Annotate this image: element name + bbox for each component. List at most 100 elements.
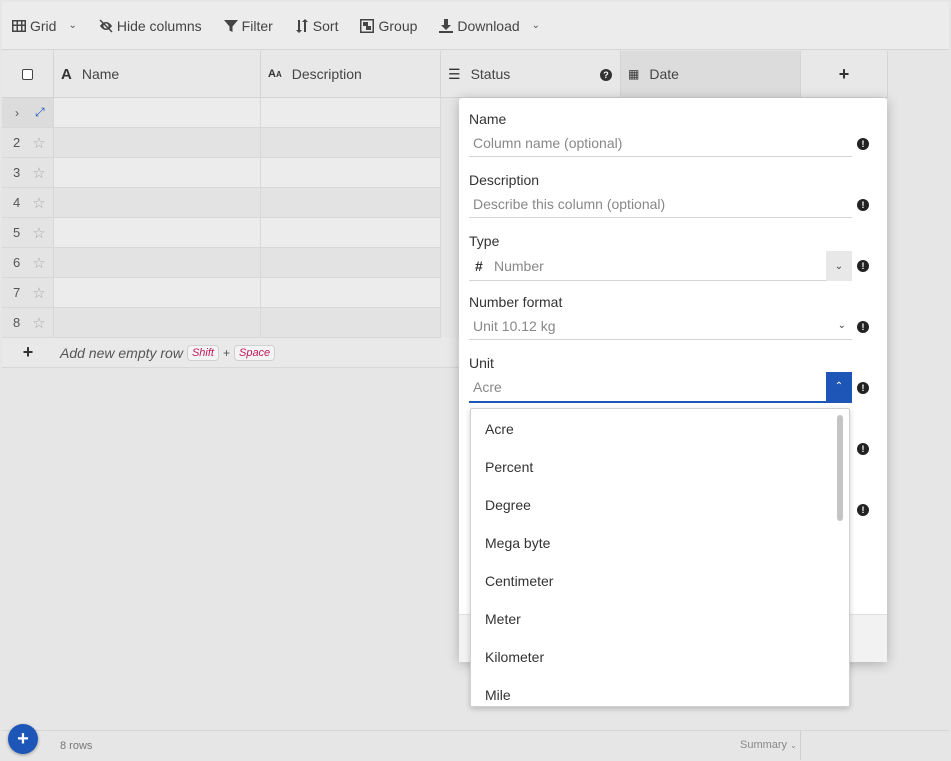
table-row[interactable]: › ⤢ bbox=[2, 98, 441, 128]
table-cell[interactable] bbox=[261, 278, 441, 308]
summary-dropdown[interactable]: Summary ⌄ bbox=[740, 739, 797, 751]
unit-option[interactable]: Percent bbox=[471, 448, 849, 486]
table-row[interactable]: 7 ☆ bbox=[2, 278, 441, 308]
expand-row-icon[interactable]: ⤢ bbox=[35, 105, 45, 120]
chevron-right-icon[interactable]: › bbox=[15, 106, 19, 120]
grid-footer: 8 rows Summary ⌄ bbox=[2, 730, 949, 760]
unit-option[interactable]: Meter bbox=[471, 600, 849, 638]
add-row-text: Add new empty row bbox=[60, 344, 183, 361]
description-input[interactable]: Describe this column (optional) bbox=[469, 192, 852, 218]
dropdown-scrollbar[interactable] bbox=[837, 415, 843, 521]
unit-option[interactable]: Mile bbox=[471, 676, 849, 706]
table-row[interactable]: 8 ☆ bbox=[2, 308, 441, 338]
row-number: 3 bbox=[13, 165, 21, 180]
footer-divider bbox=[800, 731, 801, 760]
table-cell[interactable] bbox=[54, 128, 261, 158]
table-cell[interactable] bbox=[54, 248, 261, 278]
unit-option[interactable]: Acre bbox=[471, 410, 849, 448]
chevron-up-icon[interactable]: ⌃ bbox=[826, 372, 852, 401]
table-row[interactable]: 3 ☆ bbox=[2, 158, 441, 188]
chevron-down-icon: ⌄ bbox=[531, 20, 541, 31]
row-number: 7 bbox=[13, 285, 21, 300]
table-cell[interactable] bbox=[261, 98, 441, 128]
row-number: 2 bbox=[13, 135, 21, 150]
unit-select[interactable]: Acre ⌃ bbox=[469, 372, 852, 403]
add-column-button[interactable]: + bbox=[801, 51, 888, 98]
info-icon[interactable]: ! bbox=[857, 382, 869, 394]
star-icon[interactable]: ☆ bbox=[32, 164, 45, 182]
sort-button[interactable]: Sort bbox=[295, 17, 339, 34]
filter-button[interactable]: Filter bbox=[223, 17, 273, 34]
column-header-status[interactable]: ☰ Status ? bbox=[441, 51, 621, 98]
row-number: 8 bbox=[13, 315, 21, 330]
name-field-label: Name bbox=[469, 111, 507, 127]
column-header-date[interactable]: ▦ Date bbox=[621, 51, 801, 98]
info-icon[interactable]: ! bbox=[857, 199, 869, 211]
unit-option[interactable]: Centimeter bbox=[471, 562, 849, 600]
table-cell[interactable] bbox=[261, 128, 441, 158]
table-cell[interactable] bbox=[54, 218, 261, 248]
column-header-label: Description bbox=[291, 66, 362, 82]
eye-slash-icon bbox=[99, 18, 113, 33]
table-row[interactable]: 6 ☆ bbox=[2, 248, 441, 278]
info-icon[interactable]: ! bbox=[857, 138, 869, 150]
sort-label: Sort bbox=[312, 17, 339, 34]
help-icon[interactable]: ? bbox=[600, 69, 612, 81]
table-cell[interactable] bbox=[54, 278, 261, 308]
star-icon[interactable]: ☆ bbox=[32, 224, 45, 242]
table-row[interactable]: 2 ☆ bbox=[2, 128, 441, 158]
table-cell[interactable] bbox=[54, 308, 261, 338]
group-button[interactable]: Group bbox=[360, 18, 417, 34]
add-button[interactable]: + bbox=[8, 724, 38, 754]
star-icon[interactable]: ☆ bbox=[32, 134, 45, 152]
table-row[interactable]: 4 ☆ bbox=[2, 188, 441, 218]
unit-select-value: Acre bbox=[473, 379, 502, 395]
chevron-down-icon: ⌄ bbox=[790, 741, 797, 750]
number-format-value: Unit 10.12 kg bbox=[473, 318, 556, 334]
star-icon[interactable]: ☆ bbox=[32, 314, 45, 332]
type-select[interactable]: # Number ⌄ bbox=[469, 251, 852, 281]
shortcut-plus: + bbox=[222, 345, 230, 360]
info-icon[interactable]: ! bbox=[857, 504, 869, 516]
table-cell[interactable] bbox=[261, 158, 441, 188]
filter-label: Filter bbox=[241, 17, 273, 34]
grid-view-button[interactable]: Grid ⌄ bbox=[12, 18, 77, 34]
chevron-down-icon[interactable]: ⌄ bbox=[826, 251, 852, 281]
table-row[interactable]: 5 ☆ bbox=[2, 218, 441, 248]
type-select-value: Number bbox=[494, 258, 544, 274]
table-cell[interactable] bbox=[261, 248, 441, 278]
plus-icon: + bbox=[838, 63, 850, 84]
table-cell[interactable] bbox=[54, 98, 261, 128]
table-cell[interactable] bbox=[261, 218, 441, 248]
hide-columns-button[interactable]: Hide columns bbox=[99, 18, 202, 34]
download-button[interactable]: Download ⌄ bbox=[439, 18, 540, 34]
star-icon[interactable]: ☆ bbox=[32, 284, 45, 302]
text-type-icon: A bbox=[61, 65, 72, 83]
column-header-name[interactable]: A Name bbox=[54, 51, 261, 98]
table-cell[interactable] bbox=[54, 188, 261, 218]
summary-label: Summary bbox=[740, 739, 788, 751]
table-cell[interactable] bbox=[261, 188, 441, 218]
star-icon[interactable]: ☆ bbox=[32, 254, 45, 272]
sort-icon bbox=[295, 18, 308, 33]
add-row-button[interactable]: + Add new empty row Shift + Space bbox=[2, 338, 462, 368]
info-icon[interactable]: ! bbox=[857, 260, 869, 272]
row-header: 5 ☆ bbox=[2, 218, 54, 248]
select-all-checkbox[interactable] bbox=[22, 68, 33, 80]
column-header-label: Name bbox=[81, 66, 120, 82]
table-cell[interactable] bbox=[261, 308, 441, 338]
toolbar: Grid ⌄ Hide columns Filter Sort Group Do… bbox=[2, 2, 949, 50]
table-cell[interactable] bbox=[54, 158, 261, 188]
calendar-icon: ▦ bbox=[628, 67, 640, 81]
column-header-description[interactable]: AA Description bbox=[261, 51, 441, 98]
unit-option[interactable]: Kilometer bbox=[471, 638, 849, 676]
name-input[interactable]: Column name (optional) bbox=[469, 131, 852, 157]
star-icon[interactable]: ☆ bbox=[32, 194, 45, 212]
unit-option[interactable]: Degree bbox=[471, 486, 849, 524]
number-format-select[interactable]: Unit 10.12 kg ⌄ bbox=[469, 314, 852, 340]
group-label: Group bbox=[378, 17, 418, 34]
unit-option[interactable]: Mega byte bbox=[471, 524, 849, 562]
info-icon[interactable]: ! bbox=[857, 321, 869, 333]
status-column-cells bbox=[441, 98, 461, 338]
info-icon[interactable]: ! bbox=[857, 443, 869, 455]
